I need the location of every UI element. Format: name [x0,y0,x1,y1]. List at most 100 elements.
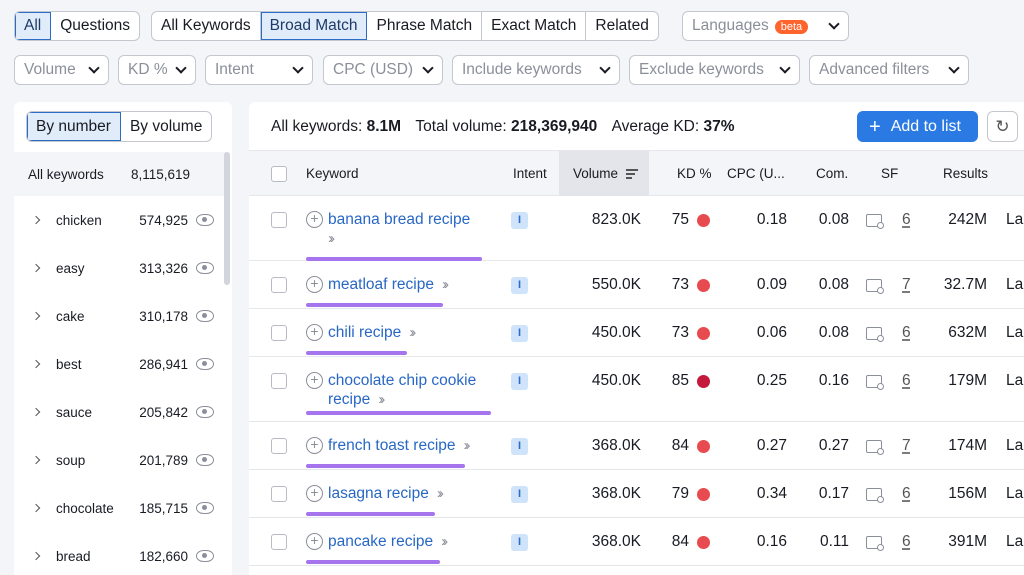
sf-count[interactable]: 6 [902,324,911,342]
add-to-list-button[interactable]: + Add to list [857,111,978,142]
add-keyword-icon[interactable]: + [306,324,323,341]
eye-icon[interactable] [196,358,214,370]
kd-filter[interactable]: KD % [118,55,196,85]
languages-dropdown[interactable]: Languages beta [682,11,849,41]
by-volume-button[interactable]: By volume [121,112,211,141]
tab-all-keywords[interactable]: All Keywords [152,12,261,40]
keyword-header[interactable]: Keyword [306,166,359,181]
eye-icon[interactable] [196,214,214,226]
double-chevron-icon[interactable]: ›› [409,324,416,341]
tab-all[interactable]: All [15,12,52,40]
group-row[interactable]: cake 310,178 [14,292,226,340]
group-row[interactable]: chicken 574,925 [14,196,226,244]
keyword-link[interactable]: pancake recipe ›› [328,532,448,551]
advanced-filters[interactable]: Advanced filters [809,55,969,85]
results-header[interactable]: Results [943,166,988,181]
table-row: + pancake recipe ›› I 368.0K 84 0.16 0.11 6 391M… [249,518,1024,566]
double-chevron-icon[interactable]: ›› [464,437,471,454]
keyword-link[interactable]: meatloaf recipe ›› [328,275,449,294]
row-checkbox[interactable] [271,534,287,550]
eye-icon[interactable] [196,406,214,418]
cpc-filter[interactable]: CPC (USD) [323,55,443,85]
double-chevron-icon[interactable]: ›› [328,230,335,247]
group-name: bread [56,548,91,564]
sf-count[interactable]: 6 [902,372,911,390]
group-row[interactable]: chocolate 185,715 [14,484,226,532]
row-checkbox[interactable] [271,438,287,454]
tab-related[interactable]: Related [586,12,657,40]
serp-features-icon[interactable] [866,440,884,455]
all-keywords-summary-label: All keywords: [271,118,363,135]
kd-header[interactable]: KD % [677,166,712,181]
eye-icon[interactable] [196,550,214,562]
eye-icon[interactable] [196,262,214,274]
keyword-text: chocolate chip cookie [328,372,477,389]
tab-exact-match[interactable]: Exact Match [482,12,587,40]
intent-filter[interactable]: Intent [205,55,313,85]
sf-count[interactable]: 7 [902,276,911,294]
chevron-down-icon [780,65,790,75]
refresh-button[interactable]: ↻ [987,111,1018,142]
eye-icon[interactable] [196,454,214,466]
group-row[interactable]: easy 313,326 [14,244,226,292]
all-keywords-group[interactable]: All keywords 8,115,619 [14,152,226,196]
group-row[interactable]: soup 201,789 [14,436,226,484]
group-row[interactable]: best 286,941 [14,340,226,388]
add-keyword-icon[interactable]: + [306,533,323,550]
add-keyword-icon[interactable]: + [306,211,323,228]
group-count: 310,178 [139,308,188,324]
volume-header[interactable]: Volume [573,166,639,181]
intent-badge: I [511,534,528,551]
include-keywords-filter[interactable]: Include keywords [452,55,620,85]
add-keyword-icon[interactable]: + [306,372,323,389]
kd-value: 84 [671,533,689,550]
groups-scrollbar[interactable] [224,152,230,285]
by-number-button[interactable]: By number [27,112,121,141]
eye-icon[interactable] [196,310,214,322]
sf-count[interactable]: 6 [902,533,911,551]
group-row[interactable]: sauce 205,842 [14,388,226,436]
eye-icon[interactable] [196,502,214,514]
intent-header[interactable]: Intent [513,166,547,181]
keyword-link[interactable]: chocolate chip cookie recipe ›› [328,371,476,409]
cpc-header[interactable]: CPC (U... [727,166,785,181]
keyword-link[interactable]: lasagna recipe ›› [328,484,444,503]
exclude-keywords-filter[interactable]: Exclude keywords [629,55,800,85]
add-keyword-icon[interactable]: + [306,437,323,454]
tab-broad-match[interactable]: Broad Match [260,12,368,40]
keyword-link[interactable]: french toast recipe ›› [328,436,471,455]
add-keyword-icon[interactable]: + [306,276,323,293]
serp-features-icon[interactable] [866,279,884,294]
serp-features-icon[interactable] [866,375,884,390]
keyword-link[interactable]: banana bread recipe [328,210,470,229]
competition-header[interactable]: Com. [816,166,848,181]
serp-features-icon[interactable] [866,488,884,503]
volume-filter[interactable]: Volume [14,55,109,85]
row-checkbox[interactable] [271,373,287,389]
sf-count[interactable]: 7 [902,437,911,455]
row-checkbox[interactable] [271,212,287,228]
double-chevron-icon[interactable]: ›› [437,485,444,502]
row-checkbox[interactable] [271,325,287,341]
cpc-value: 0.25 [756,372,787,389]
double-chevron-icon[interactable]: ›› [442,276,449,293]
results-value: 174M [948,437,987,454]
row-checkbox[interactable] [271,277,287,293]
double-chevron-icon[interactable]: ›› [378,391,385,408]
sf-count[interactable]: 6 [902,211,911,229]
serp-features-icon[interactable] [866,536,884,551]
tab-questions[interactable]: Questions [51,12,139,40]
serp-features-icon[interactable] [866,327,884,342]
add-keyword-icon[interactable]: + [306,485,323,502]
group-count: 286,941 [139,356,188,372]
double-chevron-icon[interactable]: ›› [441,533,448,550]
select-all-checkbox[interactable] [271,166,287,182]
sf-header[interactable]: SF [881,166,898,181]
tab-phrase-match[interactable]: Phrase Match [367,12,483,40]
serp-features-icon[interactable] [866,214,884,229]
group-row[interactable]: bread 182,660 [14,532,226,575]
row-checkbox[interactable] [271,486,287,502]
sf-count[interactable]: 6 [902,485,911,503]
keyword-link[interactable]: chili recipe ›› [328,323,416,342]
table-header: Keyword Intent Volume KD % CPC (U... Com… [249,150,1024,196]
